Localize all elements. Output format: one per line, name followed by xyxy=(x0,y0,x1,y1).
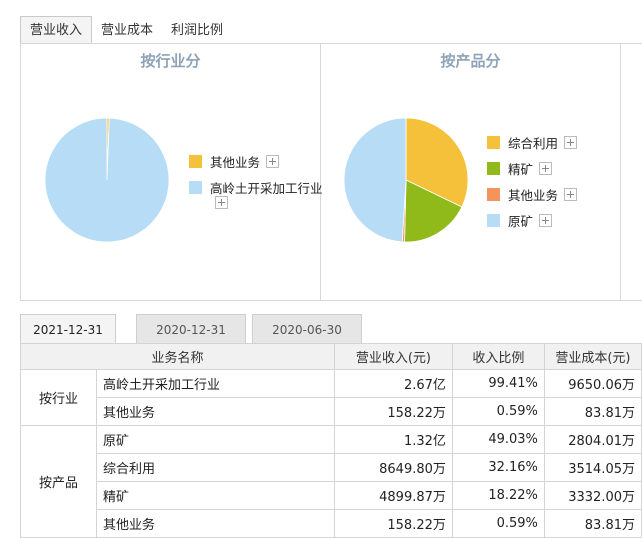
table-row: 按行业 高岭土开采加工行业 2.67亿 99.41% 9650.06万 xyxy=(20,369,642,426)
legend-label: 其他业务 xyxy=(508,187,559,203)
col-revenue-ratio: 收入比例 xyxy=(451,343,545,370)
revenue-table: 业务名称 营业收入(元) 收入比例 营业成本(元) 按行业 高岭土开采加工行业 … xyxy=(20,343,642,538)
cell-ratio: 49.03% xyxy=(451,425,545,454)
legend-item-concentrate[interactable]: 精矿 xyxy=(487,155,577,181)
legend-swatch xyxy=(487,213,500,227)
legend-item-other[interactable]: 其他业务 xyxy=(487,181,578,207)
table-row: 其他业务 158.22万 0.59% 83.81万 xyxy=(21,397,642,426)
cell-name: 其他业务 xyxy=(96,509,335,538)
tab-profit-ratio[interactable]: 利润比例 xyxy=(162,18,232,44)
legend-swatch xyxy=(487,135,500,149)
cell-revenue: 158.22万 xyxy=(333,509,453,538)
cell-ratio: 18.22% xyxy=(451,481,545,510)
legend-item-raw-ore[interactable]: 原矿 xyxy=(487,207,577,233)
table-row: 综合利用 8649.80万 32.16% 3514.05万 xyxy=(21,453,642,482)
expand-plus-icon[interactable] xyxy=(266,154,280,168)
legend-label: 其他业务 xyxy=(210,154,261,170)
cell-cost: 83.81万 xyxy=(543,509,642,538)
legend-swatch xyxy=(487,187,500,201)
cell-cost: 3514.05万 xyxy=(543,453,642,482)
legend-item-other[interactable]: 其他业务 xyxy=(189,148,323,174)
cell-revenue: 8649.80万 xyxy=(333,453,453,482)
date-tab-2020-06-30[interactable]: 2020-06-30 xyxy=(252,314,362,344)
legend-label: 综合利用 xyxy=(508,135,559,151)
legend-label: 高岭土开采加工行业 xyxy=(210,180,323,196)
cell-cost: 3332.00万 xyxy=(543,481,642,510)
product-chart-panel: 按产品分 综合利用 精矿 其他业务 原矿 xyxy=(321,44,621,300)
expand-plus-icon[interactable] xyxy=(539,161,553,175)
cell-ratio: 99.41% xyxy=(451,369,545,398)
cell-ratio: 0.59% xyxy=(451,397,545,426)
expand-plus-icon[interactable] xyxy=(564,135,578,149)
cell-name: 其他业务 xyxy=(96,397,335,426)
pie-slice-1[interactable] xyxy=(44,117,170,243)
col-cost: 营业成本(元) xyxy=(543,343,642,370)
cell-cost: 2804.01万 xyxy=(543,425,642,454)
table-row: 精矿 4899.87万 18.22% 3332.00万 xyxy=(21,481,642,510)
legend-label: 原矿 xyxy=(508,213,534,229)
date-tab-2020-12-31[interactable]: 2020-12-31 xyxy=(136,314,246,344)
table-header-row: 业务名称 营业收入(元) 收入比例 营业成本(元) xyxy=(20,343,642,370)
pie-slice-3[interactable] xyxy=(343,117,407,243)
cell-cost: 83.81万 xyxy=(543,397,642,426)
cell-ratio: 32.16% xyxy=(451,453,545,482)
tab-revenue[interactable]: 营业收入 xyxy=(20,16,93,44)
cell-revenue: 1.32亿 xyxy=(333,425,453,454)
col-business-name: 业务名称 xyxy=(20,343,335,370)
legend-plus-wrap xyxy=(189,196,323,212)
cell-revenue: 2.67亿 xyxy=(333,369,453,398)
col-revenue: 营业收入(元) xyxy=(333,343,453,370)
cell-cost: 9650.06万 xyxy=(543,369,642,398)
expand-plus-icon[interactable] xyxy=(564,187,578,201)
product-legend: 综合利用 精矿 其他业务 原矿 xyxy=(487,129,578,233)
top-tab-bar: 营业收入 营业成本 利润比例 xyxy=(20,16,232,44)
tab-cost[interactable]: 营业成本 xyxy=(92,18,162,44)
expand-plus-icon[interactable] xyxy=(215,196,228,209)
cell-name: 高岭土开采加工行业 xyxy=(96,369,335,398)
cell-ratio: 0.59% xyxy=(451,509,545,538)
legend-swatch xyxy=(189,154,202,168)
cell-revenue: 4899.87万 xyxy=(333,481,453,510)
legend-swatch xyxy=(487,161,500,175)
industry-legend: 其他业务 高岭土开采加工行业 xyxy=(189,148,323,212)
industry-chart-panel: 按行业分 其他业务 高岭土开采加工行业 xyxy=(21,44,323,300)
legend-swatch xyxy=(189,180,202,194)
cell-name: 综合利用 xyxy=(96,453,335,482)
legend-label: 精矿 xyxy=(508,161,534,177)
table-row: 其他业务 158.22万 0.59% 83.81万 xyxy=(21,509,642,538)
date-tab-2021-12-31[interactable]: 2021-12-31 xyxy=(20,314,116,344)
group-label: 按行业 xyxy=(20,369,97,426)
table-row: 按产品 原矿 1.32亿 49.03% 2804.01万 xyxy=(20,425,642,538)
charts-area: 按行业分 其他业务 高岭土开采加工行业 按产品分 综合利用 精矿 其他业务 原矿 xyxy=(20,43,642,301)
group-label: 按产品 xyxy=(20,425,97,538)
cell-name: 精矿 xyxy=(96,481,335,510)
expand-plus-icon[interactable] xyxy=(539,213,553,227)
cell-revenue: 158.22万 xyxy=(333,397,453,426)
legend-item-comprehensive[interactable]: 综合利用 xyxy=(487,129,578,155)
cell-name: 原矿 xyxy=(96,425,335,454)
